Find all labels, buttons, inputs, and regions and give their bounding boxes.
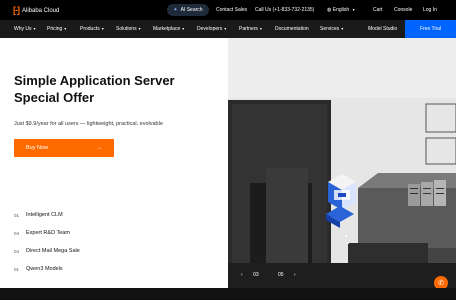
chevron-down-icon: ▾ bbox=[259, 26, 262, 31]
ai-search-button[interactable]: ✦ AI Search bbox=[167, 4, 209, 16]
carousel-total: 05 bbox=[278, 272, 284, 278]
chat-icon: ✆ bbox=[438, 280, 444, 287]
nav-products[interactable]: Products ▾ bbox=[80, 26, 104, 32]
promo-item[interactable]: 01 Qwen3 Models bbox=[14, 260, 214, 278]
promo-label: Qwen3 Models bbox=[26, 266, 63, 272]
nav-label: Pricing bbox=[47, 26, 63, 32]
promo-number: 04 bbox=[14, 230, 20, 236]
chevron-down-icon: ▾ bbox=[224, 26, 227, 31]
main-nav: Why Us ▾ Pricing ▾ Products ▾ Solutions ▾ Ma… bbox=[0, 20, 456, 38]
nav-partners[interactable]: Partners ▾ bbox=[239, 26, 262, 32]
promo-label: Direct Mail Mega Sale bbox=[26, 248, 80, 254]
nav-label: Services bbox=[320, 26, 340, 32]
nav-model-studio[interactable]: Model Studio bbox=[368, 26, 397, 32]
server-scene-illustration bbox=[228, 38, 456, 288]
carousel-prev-button[interactable]: ‹ bbox=[241, 272, 243, 278]
nav-label: Why Us bbox=[14, 26, 32, 32]
nav-pricing[interactable]: Pricing ▾ bbox=[47, 26, 66, 32]
chevron-down-icon: ▾ bbox=[352, 7, 355, 12]
promo-label: Expert R&D Team bbox=[26, 230, 70, 236]
chevron-down-icon: ▾ bbox=[341, 26, 344, 31]
ai-search-label: AI Search bbox=[180, 7, 203, 13]
hero-title: Simple Application Server Special Offer bbox=[14, 72, 219, 106]
nav-label: Documentation bbox=[275, 26, 309, 32]
promo-label: Intelligent CLM bbox=[26, 212, 63, 218]
hero-illustration-panel bbox=[228, 38, 456, 288]
chevron-down-icon: ▾ bbox=[33, 26, 36, 31]
login-link[interactable]: Log In bbox=[423, 7, 437, 13]
promo-list: 01 Intelligent CLM 04 Expert R&D Team 04 Di… bbox=[14, 206, 214, 278]
hero-title-line-2: Special Offer bbox=[14, 90, 95, 105]
nav-label: Partners bbox=[239, 26, 258, 32]
nav-why-us[interactable]: Why Us ▾ bbox=[14, 26, 36, 32]
chevron-down-icon: ▾ bbox=[64, 26, 67, 31]
nav-label: Products bbox=[80, 26, 100, 32]
chevron-down-icon: ▾ bbox=[182, 26, 185, 31]
nav-label: Developers bbox=[197, 26, 223, 32]
promo-item[interactable]: 01 Intelligent CLM bbox=[14, 206, 214, 224]
promo-number: 04 bbox=[14, 248, 20, 254]
language-label: English bbox=[332, 7, 350, 13]
phone-link[interactable]: Call Us (+1-833-732-2135) bbox=[255, 7, 314, 13]
contact-sales-link[interactable]: Contact Sales bbox=[216, 7, 247, 13]
promo-number: 01 bbox=[14, 266, 20, 272]
chevron-down-icon: ▾ bbox=[138, 26, 141, 31]
globe-icon: ◍ bbox=[327, 7, 332, 13]
buy-now-button[interactable]: Buy Now → bbox=[14, 139, 114, 157]
chevron-down-icon: ▾ bbox=[101, 26, 104, 31]
carousel-controls: ‹ 03 05 › bbox=[241, 272, 296, 278]
nav-documentation[interactable]: Documentation bbox=[275, 26, 309, 32]
cart-link[interactable]: Cart bbox=[373, 7, 382, 13]
bottom-bar bbox=[0, 288, 456, 300]
promo-item[interactable]: 04 Expert R&D Team bbox=[14, 224, 214, 242]
promo-number: 01 bbox=[14, 212, 20, 218]
console-link[interactable]: Console bbox=[394, 7, 412, 13]
nav-developers[interactable]: Developers ▾ bbox=[197, 26, 226, 32]
carousel-next-button[interactable]: › bbox=[294, 272, 296, 278]
carousel-current: 03 bbox=[253, 272, 259, 278]
arrow-right-icon: → bbox=[96, 145, 103, 151]
top-bar: [-] Alibaba Cloud ✦ AI Search Contact Sa… bbox=[0, 0, 456, 20]
logo-mark-icon: [-] bbox=[13, 5, 20, 15]
nav-label: Solutions bbox=[116, 26, 137, 32]
alibaba-cloud-logo[interactable]: [-] Alibaba Cloud bbox=[13, 6, 59, 15]
hero-subtitle: Just $9.9/year for all users — lightweig… bbox=[14, 121, 163, 127]
language-selector[interactable]: ◍ English ▾ bbox=[327, 7, 355, 13]
sparkle-icon: ✦ bbox=[173, 7, 178, 13]
logo-text: Alibaba Cloud bbox=[22, 7, 60, 14]
nav-services[interactable]: Services ▾ bbox=[320, 26, 343, 32]
nav-solutions[interactable]: Solutions ▾ bbox=[116, 26, 141, 32]
nav-label: Marketplace bbox=[153, 26, 181, 32]
nav-marketplace[interactable]: Marketplace ▾ bbox=[153, 26, 184, 32]
hero-title-line-1: Simple Application Server bbox=[14, 73, 175, 88]
buy-now-label: Buy Now bbox=[26, 145, 49, 151]
promo-item[interactable]: 04 Direct Mail Mega Sale bbox=[14, 242, 214, 260]
free-trial-button[interactable]: Free Trial bbox=[405, 20, 456, 38]
